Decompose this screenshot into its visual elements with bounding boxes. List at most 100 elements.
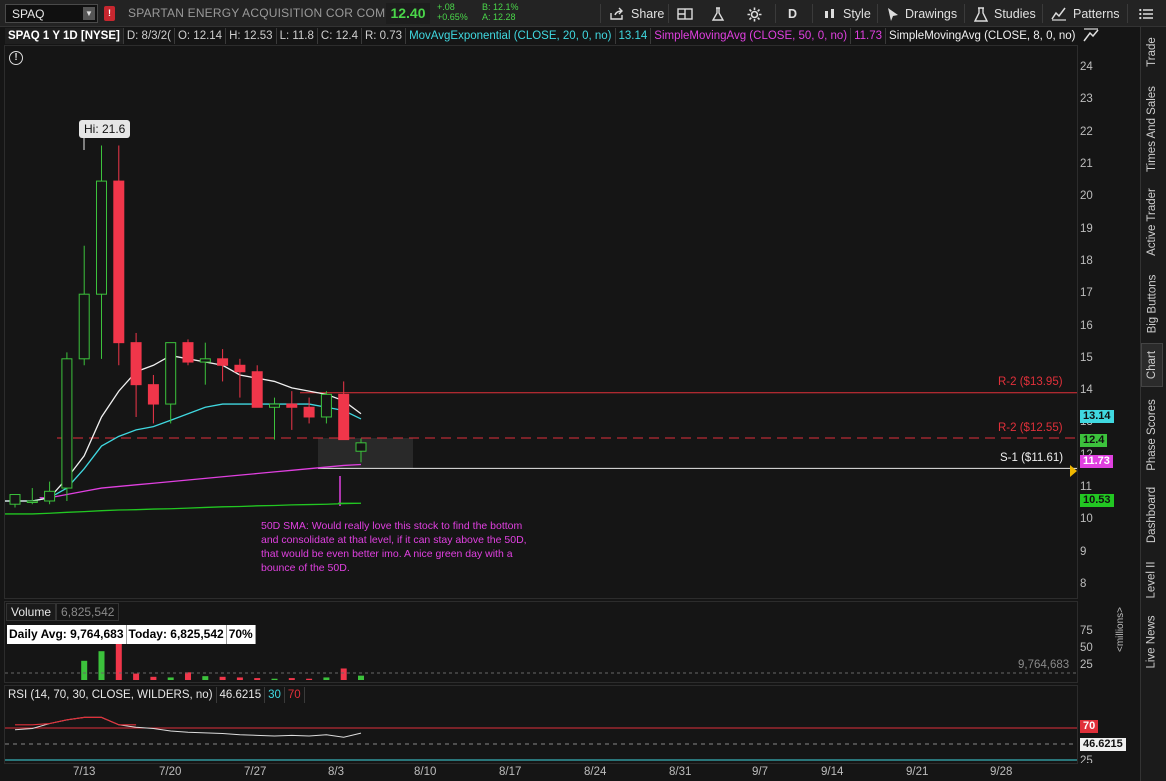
sidebar-tab-chart[interactable]: Chart — [1141, 343, 1163, 387]
rsi-header: RSI (14, 70, 30, CLOSE, WILDERS, no) 46.… — [5, 686, 305, 703]
candle-body — [338, 393, 350, 441]
note-line: and consolidate at that level, if it can… — [261, 534, 527, 546]
moving-average-lines — [5, 354, 362, 515]
date-axis-tick: 9/7 — [752, 766, 768, 778]
volume-bar — [323, 677, 330, 680]
sidebar-tab-dashboard[interactable]: Dashboard — [1141, 480, 1163, 550]
sidebar-tab-trade[interactable]: Trade — [1141, 31, 1163, 73]
ma-line-2 — [5, 354, 362, 502]
sidebar-tab-phase-scores[interactable]: Phase Scores — [1141, 393, 1163, 477]
sidebar-tab-label: Trade — [1146, 37, 1158, 67]
volume-axis-tick: 75 — [1080, 625, 1093, 637]
volume-bar — [340, 668, 347, 680]
ma-line-1 — [39, 463, 362, 499]
sidebar-tab-label: Chart — [1146, 350, 1158, 380]
volume-bar — [219, 676, 226, 680]
sidebar-tab-label: Times And Sales — [1146, 86, 1158, 172]
candle-body — [234, 364, 246, 373]
candle-body — [320, 393, 332, 418]
volume-header: Volume 6,825,542 — [6, 603, 120, 621]
volume-label[interactable]: Volume — [6, 603, 57, 621]
volume-bar — [81, 660, 88, 680]
volume-axis-tick: 25 — [1080, 659, 1093, 671]
candle-body — [9, 494, 21, 505]
price-axis-tick: 19 — [1080, 222, 1093, 235]
volume-bar — [358, 675, 364, 680]
price-axis-tick: 11 — [1080, 481, 1092, 494]
volume-bar — [115, 641, 122, 680]
candle-body — [113, 180, 125, 344]
price-axis-tick: 17 — [1080, 287, 1093, 300]
sidebar-tab-label: Dashboard — [1146, 486, 1159, 544]
note-line: bounce of the 50D. — [261, 562, 350, 574]
candle-body — [355, 442, 367, 452]
volume-bar — [271, 678, 278, 680]
volume-bar — [202, 676, 209, 680]
price-axis-tick: 20 — [1080, 190, 1093, 203]
volume-bar — [98, 651, 105, 680]
volume-axis-tick: 50 — [1080, 642, 1093, 654]
daily-avg: Daily Avg: 9,764,683 — [7, 625, 127, 644]
candle-body — [217, 358, 229, 366]
price-axis-tick: 8 — [1080, 578, 1087, 590]
candle-body — [44, 490, 56, 502]
sma50-price-tag: 11.73 — [1080, 455, 1113, 468]
price-axis-tick: 18 — [1080, 254, 1093, 267]
rsi-overbought-line — [15, 716, 137, 726]
volume-bar — [133, 673, 140, 680]
ma-line-3 — [5, 502, 362, 515]
date-axis-tick: 7/27 — [244, 766, 267, 778]
volume-bar — [236, 677, 243, 680]
candle-body — [26, 500, 38, 503]
candle-body — [199, 358, 211, 363]
price-axis-tick: 16 — [1080, 319, 1093, 332]
volume-avg-label: 9,764,683 — [1018, 659, 1070, 671]
chart-note: 50D SMA: Would really love this stock to… — [261, 519, 527, 575]
volume-bar — [254, 678, 261, 680]
thinkorswim-chart-window: SPAQ ▼ ! SPARTAN ENERGY ACQUISITION COR C… — [0, 0, 1166, 781]
rsi-upper: 70 — [285, 686, 305, 703]
candle-body — [182, 342, 194, 363]
date-axis-tick: 8/17 — [499, 766, 522, 778]
candle-body — [286, 403, 298, 408]
chart-canvas[interactable] — [0, 0, 1166, 781]
date-axis-tick: 8/24 — [584, 766, 607, 778]
date-axis-tick: 8/3 — [328, 766, 344, 778]
sidebar-tab-label: Active Trader — [1146, 188, 1158, 256]
hi-bubble: Hi: 21.6 — [79, 120, 131, 138]
last-price-tag: 12.4 — [1080, 434, 1108, 447]
today-volume: Today: 6,825,542 — [126, 625, 227, 644]
date-axis-tick: 9/14 — [821, 766, 844, 778]
current-price-arrow-icon — [1070, 465, 1077, 477]
candle-body — [61, 358, 73, 489]
price-axis-tick: 10 — [1080, 513, 1093, 526]
date-axis-tick: 9/28 — [990, 766, 1013, 778]
candle-body — [78, 293, 90, 360]
price-axis-tick: 9 — [1080, 545, 1087, 558]
rsi-lower: 30 — [265, 686, 285, 703]
sidebar-tab-label: Big Buttons — [1146, 274, 1159, 334]
sidebar-tab-live-news[interactable]: Live News — [1141, 610, 1163, 674]
sidebar-tab-label: Level II — [1146, 561, 1159, 599]
sidebar-tab-big-buttons[interactable]: Big Buttons — [1141, 268, 1163, 340]
r2-low-label: R-2 ($12.55) — [998, 422, 1063, 434]
ema-price-tag: 13.14 — [1080, 410, 1114, 423]
r2-high-label: R-2 ($13.95) — [998, 376, 1063, 388]
date-axis-tick: 7/13 — [73, 766, 96, 778]
sidebar-tab-active-trader[interactable]: Active Trader — [1141, 183, 1163, 261]
sidebar-tab-level-ii[interactable]: Level II — [1141, 556, 1163, 604]
sidebar-tab-label: Phase Scores — [1146, 399, 1159, 471]
price-axis-tick: 21 — [1080, 157, 1093, 170]
candle-body — [269, 403, 280, 408]
sidebar-tab-times-and-sales[interactable]: Times And Sales — [1141, 82, 1163, 176]
volume-bar — [150, 676, 157, 680]
support-resistance-levels — [57, 136, 1077, 506]
price-axis-tick: 23 — [1080, 93, 1093, 106]
date-axis-tick: 9/21 — [906, 766, 929, 778]
volume-bar — [167, 677, 174, 680]
sma-long-price-tag: 10.53 — [1080, 494, 1114, 507]
s1-label: S-1 ($11.61) — [1000, 452, 1064, 464]
rsi-upper-tag: 70 — [1080, 720, 1099, 733]
volume-axis-unit: <millions> — [1115, 607, 1137, 678]
rsi-label[interactable]: RSI (14, 70, 30, CLOSE, WILDERS, no) — [5, 686, 217, 703]
